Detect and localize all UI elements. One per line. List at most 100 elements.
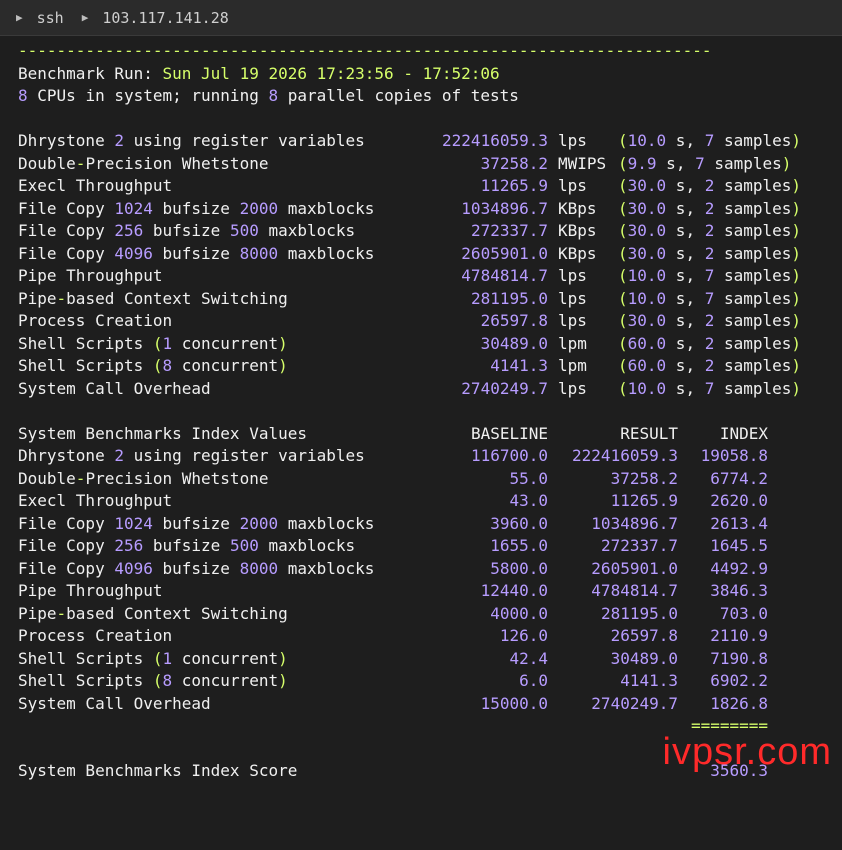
result-name: File Copy 256 bufsize 500 maxblocks xyxy=(18,221,356,240)
index-row-index: 1645.5 xyxy=(710,536,768,555)
result-value: 2740249.7 xyxy=(461,378,548,398)
result-row: File Copy 1024 bufsize 2000 maxblocks 103… xyxy=(18,198,838,221)
index-row: Execl Throughput 43.0 11265.9 2620.0 xyxy=(18,490,838,513)
index-row-result: 4141.3 xyxy=(620,671,678,690)
index-row-baseline: 43.0 xyxy=(509,491,548,510)
result-row: Execl Throughput 11265.9 lps (30.0 s, 2 sam… xyxy=(18,175,838,198)
result-row: System Call Overhead 2740249.7 lps (10.0 s,… xyxy=(18,378,838,401)
result-name: File Copy 4096 bufsize 8000 maxblocks xyxy=(18,243,375,263)
result-unit: lpm xyxy=(558,356,587,375)
index-row-index: 2613.4 xyxy=(710,513,768,533)
breadcrumb-ssh[interactable]: ssh xyxy=(37,9,64,27)
index-row-result: 11265.9 xyxy=(610,491,678,510)
index-row-baseline: 42.4 xyxy=(509,648,548,668)
index-row-baseline: 126.0 xyxy=(499,626,548,645)
result-unit: lps xyxy=(558,176,587,195)
result-unit: lps xyxy=(558,131,587,150)
index-row-index: 1826.8 xyxy=(710,693,768,713)
index-row-result: 26597.8 xyxy=(610,626,678,645)
result-value: 37258.2 xyxy=(480,153,548,173)
result-timing: (60.0 s, 2 samples) xyxy=(618,333,802,353)
cpus-line: 8 CPUs in system; running 8 parallel cop… xyxy=(18,85,838,108)
index-header: INDEX xyxy=(719,423,768,443)
index-row-index: 4492.9 xyxy=(710,558,768,578)
index-row-name: File Copy 256 bufsize 500 maxblocks xyxy=(18,536,356,555)
result-name: Dhrystone 2 using register variables xyxy=(18,131,365,150)
result-unit: KBps xyxy=(558,198,597,218)
index-row: Shell Scripts (1 concurrent) 42.4 30489.0 7… xyxy=(18,648,838,671)
result-value: 272337.7 xyxy=(470,221,548,240)
index-rows-block: Dhrystone 2 using register variables 1167… xyxy=(18,445,838,715)
result-name: Shell Scripts (8 concurrent) xyxy=(18,356,288,375)
index-title: System Benchmarks Index Values xyxy=(18,423,307,443)
result-name: Double-Precision Whetstone xyxy=(18,153,269,173)
result-name: Pipe-based Context Switching xyxy=(18,288,288,308)
result-header: RESULT xyxy=(620,423,678,443)
index-row-baseline: 4000.0 xyxy=(490,603,548,623)
index-row: File Copy 4096 bufsize 8000 maxblocks 580… xyxy=(18,558,838,581)
index-row-result: 2740249.7 xyxy=(591,693,678,713)
index-row: Dhrystone 2 using register variables 1167… xyxy=(18,445,838,468)
index-row-name: File Copy 1024 bufsize 2000 maxblocks xyxy=(18,513,375,533)
result-value: 222416059.3 xyxy=(442,131,548,150)
triangle-right-icon: ▶ xyxy=(16,11,23,24)
result-unit: lps xyxy=(558,378,587,398)
result-value: 281195.0 xyxy=(470,288,548,308)
result-name: Process Creation xyxy=(18,311,173,330)
index-row-index: 2110.9 xyxy=(710,626,768,645)
terminal-output[interactable]: ----------------------------------------… xyxy=(18,40,838,783)
result-unit: lps xyxy=(558,288,587,308)
index-row: Pipe Throughput 12440.0 4784814.7 3846.3 xyxy=(18,580,838,603)
result-row: Shell Scripts (1 concurrent) 30489.0 lpm (6… xyxy=(18,333,838,356)
index-row-name: Pipe Throughput xyxy=(18,581,163,600)
result-timing: (30.0 s, 2 samples) xyxy=(618,198,802,218)
baseline-header: BASELINE xyxy=(470,423,548,443)
index-row-name: Dhrystone 2 using register variables xyxy=(18,446,365,465)
result-value: 4141.3 xyxy=(490,356,548,375)
result-row: Dhrystone 2 using register variables 2224… xyxy=(18,130,838,153)
index-row-index: 6902.2 xyxy=(710,671,768,690)
result-timing: (10.0 s, 7 samples) xyxy=(618,266,802,285)
parallel-count: 8 xyxy=(268,86,279,105)
index-row-index: 7190.8 xyxy=(710,648,768,668)
index-row-baseline: 55.0 xyxy=(509,468,548,488)
index-row: Double-Precision Whetstone 55.0 37258.2 677… xyxy=(18,468,838,491)
index-row-result: 4784814.7 xyxy=(591,581,678,600)
index-row-result: 222416059.3 xyxy=(572,446,678,465)
index-row-baseline: 116700.0 xyxy=(470,446,548,465)
index-row: Shell Scripts (8 concurrent) 6.0 4141.3 690… xyxy=(18,670,838,693)
result-value: 30489.0 xyxy=(480,333,548,353)
index-row-index: 3846.3 xyxy=(710,581,768,600)
result-name: Shell Scripts (1 concurrent) xyxy=(18,333,288,353)
result-unit: lpm xyxy=(558,333,587,353)
result-value: 11265.9 xyxy=(480,176,548,195)
result-timing: (60.0 s, 2 samples) xyxy=(618,356,802,375)
result-row: File Copy 256 bufsize 500 maxblocks 27233… xyxy=(18,220,838,243)
index-row-baseline: 12440.0 xyxy=(480,581,548,600)
separator-dashes: ----------------------------------------… xyxy=(18,41,712,60)
result-name: Pipe Throughput xyxy=(18,266,163,285)
cpu-count: 8 xyxy=(18,86,28,105)
result-row: Pipe-based Context Switching 281195.0 lps (… xyxy=(18,288,838,311)
index-row-result: 281195.0 xyxy=(600,603,678,623)
result-value: 2605901.0 xyxy=(461,243,548,263)
index-row-name: Pipe-based Context Switching xyxy=(18,603,288,623)
result-name: File Copy 1024 bufsize 2000 maxblocks xyxy=(18,198,375,218)
result-unit: lps xyxy=(558,266,587,285)
index-row-name: File Copy 4096 bufsize 8000 maxblocks xyxy=(18,558,375,578)
result-unit: KBps xyxy=(558,243,597,263)
index-row-result: 30489.0 xyxy=(610,648,678,668)
result-value: 1034896.7 xyxy=(461,198,548,218)
result-timing: (10.0 s, 7 samples) xyxy=(618,378,802,398)
index-row-name: Shell Scripts (8 concurrent) xyxy=(18,671,288,690)
index-row-baseline: 1655.0 xyxy=(490,536,548,555)
index-row-baseline: 3960.0 xyxy=(490,513,548,533)
result-value: 4784814.7 xyxy=(461,266,548,285)
result-timing: (10.0 s, 7 samples) xyxy=(618,131,802,150)
breadcrumb-host[interactable]: 103.117.141.28 xyxy=(102,9,228,27)
index-row-baseline: 6.0 xyxy=(519,671,548,690)
result-value: 26597.8 xyxy=(480,311,548,330)
score-label: System Benchmarks Index Score xyxy=(18,761,298,780)
index-row-index: 19058.8 xyxy=(700,446,768,465)
